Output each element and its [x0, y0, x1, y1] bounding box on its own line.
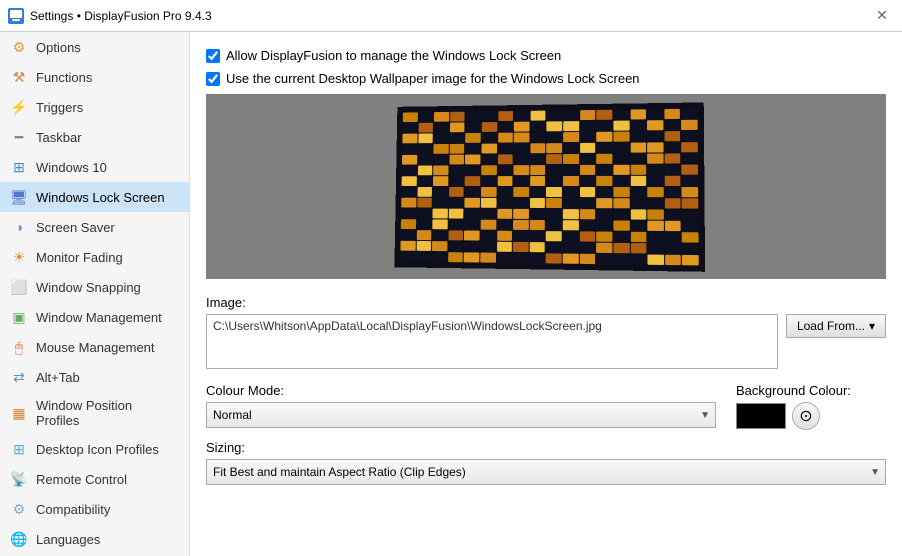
- checkbox-use-wallpaper[interactable]: [206, 72, 220, 86]
- bg-colour-controls: ⊙: [736, 402, 886, 430]
- sidebar-item-windowpos[interactable]: ▦ Window Position Profiles: [0, 392, 189, 434]
- sidebar-item-windowmgmt[interactable]: ▣ Window Management: [0, 302, 189, 332]
- sidebar-item-triggers[interactable]: ⚡ Triggers: [0, 92, 189, 122]
- sidebar-label-windowpos: Window Position Profiles: [36, 398, 179, 428]
- sidebar-item-screensaver[interactable]: ◑ Screen Saver: [0, 212, 189, 242]
- sidebar-label-languages: Languages: [36, 532, 100, 547]
- sidebar-label-taskbar: Taskbar: [36, 130, 82, 145]
- colour-swatch[interactable]: [736, 403, 786, 429]
- taskbar-icon: ━: [10, 128, 28, 146]
- colour-mode-select[interactable]: NormalGrayscaleSepia: [206, 402, 716, 428]
- sidebar-label-windowslockscreen: Windows Lock Screen: [36, 190, 165, 205]
- sidebar-label-options: Options: [36, 40, 81, 55]
- checkbox-row-1: Allow DisplayFusion to manage the Window…: [206, 48, 886, 63]
- checkbox-row-2: Use the current Desktop Wallpaper image …: [206, 71, 886, 86]
- sidebar-label-screensaver: Screen Saver: [36, 220, 115, 235]
- sidebar-item-languages[interactable]: 🌐 Languages: [0, 524, 189, 554]
- colour-mode-group: Colour Mode: NormalGrayscaleSepia ▼: [206, 383, 716, 428]
- sidebar-label-desktopicon: Desktop Icon Profiles: [36, 442, 159, 457]
- sidebar-item-remote[interactable]: 📡 Remote Control: [0, 464, 189, 494]
- sidebar: ⚙ Options ⚒ Functions ⚡ Triggers ━ Taskb…: [0, 32, 190, 556]
- screensaver-icon: ◑: [10, 218, 28, 236]
- sidebar-item-compat[interactable]: ⚙ Compatibility: [0, 494, 189, 524]
- sidebar-label-alttab: Alt+Tab: [36, 370, 80, 385]
- colour-wheel-button[interactable]: ⊙: [792, 402, 820, 430]
- alttab-icon: ⇄: [10, 368, 28, 386]
- load-from-label: Load From...: [797, 319, 865, 333]
- sidebar-label-monitorfading: Monitor Fading: [36, 250, 123, 265]
- sidebar-label-compat: Compatibility: [36, 502, 110, 517]
- sidebar-item-desktopicon[interactable]: ⊞ Desktop Icon Profiles: [0, 434, 189, 464]
- sidebar-item-functions[interactable]: ⚒ Functions: [0, 62, 189, 92]
- checkbox-manage-lockscreen[interactable]: [206, 49, 220, 63]
- sidebar-item-monitorfading[interactable]: ☀ Monitor Fading: [0, 242, 189, 272]
- close-button[interactable]: ✕: [870, 4, 894, 28]
- sidebar-item-mousemgmt[interactable]: 🖱 Mouse Management: [0, 332, 189, 362]
- checkbox-label-1: Allow DisplayFusion to manage the Window…: [226, 48, 561, 63]
- sidebar-label-windows10: Windows 10: [36, 160, 107, 175]
- functions-icon: ⚒: [10, 68, 28, 86]
- sidebar-item-options[interactable]: ⚙ Options: [0, 32, 189, 62]
- options-icon: ⚙: [10, 38, 28, 56]
- checkbox-label-2: Use the current Desktop Wallpaper image …: [226, 71, 640, 86]
- compat-icon: ⚙: [10, 500, 28, 518]
- windowmgmt-icon: ▣: [10, 308, 28, 326]
- sidebar-label-triggers: Triggers: [36, 100, 83, 115]
- background-colour-group: Background Colour: ⊙: [736, 383, 886, 430]
- content-area: Allow DisplayFusion to manage the Window…: [190, 32, 902, 556]
- title-bar: Settings • DisplayFusion Pro 9.4.3 ✕: [0, 0, 902, 32]
- windowsnapping-icon: ⬜: [10, 278, 28, 296]
- load-from-dropdown-arrow: ▾: [869, 319, 875, 333]
- sidebar-label-remote: Remote Control: [36, 472, 127, 487]
- colour-mode-label: Colour Mode:: [206, 383, 716, 398]
- languages-icon: 🌐: [10, 530, 28, 548]
- desktopicon-icon: ⊞: [10, 440, 28, 458]
- colour-mode-wrapper: NormalGrayscaleSepia ▼: [206, 402, 716, 428]
- windowslockscreen-icon: 🖥: [10, 188, 28, 206]
- remote-icon: 📡: [10, 470, 28, 488]
- title-text: Settings • DisplayFusion Pro 9.4.3: [30, 9, 212, 23]
- app-icon: [8, 8, 24, 24]
- windowpos-icon: ▦: [10, 404, 28, 422]
- windows10-icon: ⊞: [10, 158, 28, 176]
- mousemgmt-icon: 🖱: [10, 338, 28, 356]
- monitorfading-icon: ☀: [10, 248, 28, 266]
- main-container: ⚙ Options ⚒ Functions ⚡ Triggers ━ Taskb…: [0, 32, 902, 556]
- image-path-container: Load From... ▾: [206, 314, 886, 369]
- sidebar-label-windowmgmt: Window Management: [36, 310, 162, 325]
- sidebar-item-taskbar[interactable]: ━ Taskbar: [0, 122, 189, 152]
- image-path-input[interactable]: [206, 314, 778, 369]
- sizing-select[interactable]: Fit Best and maintain Aspect Ratio (Clip…: [206, 459, 886, 485]
- sidebar-item-windows10[interactable]: ⊞ Windows 10: [0, 152, 189, 182]
- sizing-wrapper: Fit Best and maintain Aspect Ratio (Clip…: [206, 459, 886, 485]
- colour-sizing-row: Colour Mode: NormalGrayscaleSepia ▼ Back…: [206, 383, 886, 430]
- sidebar-label-functions: Functions: [36, 70, 92, 85]
- sidebar-item-windowsnapping[interactable]: ⬜ Window Snapping: [0, 272, 189, 302]
- load-from-section: Load From... ▾: [786, 314, 886, 369]
- sizing-section: Sizing: Fit Best and maintain Aspect Rat…: [206, 440, 886, 485]
- load-from-button[interactable]: Load From... ▾: [786, 314, 886, 338]
- image-label: Image:: [206, 295, 886, 310]
- sidebar-label-mousemgmt: Mouse Management: [36, 340, 155, 355]
- sidebar-item-windowslockscreen[interactable]: 🖥 Windows Lock Screen: [0, 182, 189, 212]
- preview-image: [394, 102, 705, 271]
- preview-container: [206, 94, 886, 279]
- background-colour-label: Background Colour:: [736, 383, 886, 398]
- sidebar-label-windowsnapping: Window Snapping: [36, 280, 141, 295]
- sidebar-item-alttab[interactable]: ⇄ Alt+Tab: [0, 362, 189, 392]
- triggers-icon: ⚡: [10, 98, 28, 116]
- sizing-label: Sizing:: [206, 440, 886, 455]
